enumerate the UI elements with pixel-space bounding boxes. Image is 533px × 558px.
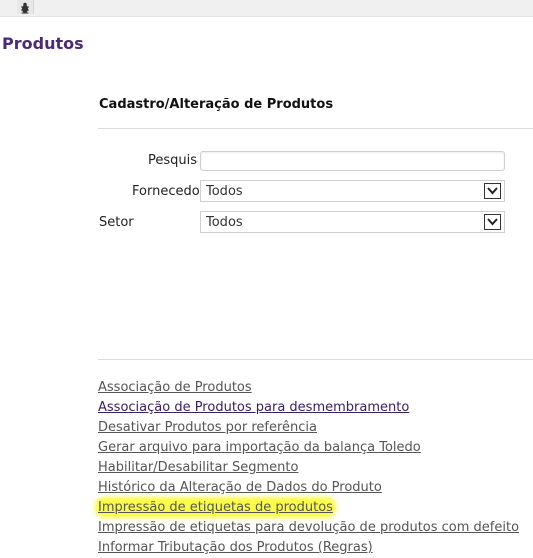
chevron-down-icon[interactable] bbox=[484, 183, 501, 199]
setor-label: Setor bbox=[99, 215, 134, 230]
link-impressao-etiquetas[interactable]: Impressão de etiquetas de produtos bbox=[98, 498, 519, 518]
link-desativar-produtos[interactable]: Desativar Produtos por referência bbox=[98, 418, 519, 438]
top-toolbar bbox=[0, 0, 533, 17]
link-habilitar-segmento[interactable]: Habilitar/Desabilitar Segmento bbox=[98, 458, 519, 478]
pesquisa-label: Pesquisa bbox=[148, 153, 198, 168]
bug-icon[interactable] bbox=[17, 0, 34, 14]
setor-select[interactable]: Todos bbox=[200, 211, 505, 233]
fornecedor-label: Fornecedor bbox=[132, 184, 206, 199]
link-impressao-devolucao[interactable]: Impressão de etiquetas para devolução de… bbox=[98, 518, 519, 538]
divider bbox=[98, 128, 533, 129]
chevron-down-icon[interactable] bbox=[484, 214, 501, 230]
link-historico-alteracao[interactable]: Histórico da Alteração de Dados do Produ… bbox=[98, 478, 519, 498]
fornecedor-selected-value: Todos bbox=[206, 184, 243, 199]
page-title: Produtos bbox=[2, 34, 84, 53]
divider bbox=[98, 359, 533, 360]
fornecedor-select[interactable]: Todos bbox=[200, 180, 505, 202]
link-associacao-desmembramento[interactable]: Associação de Produtos para desmembramen… bbox=[98, 398, 519, 418]
links-list: Associação de Produtos Associação de Pro… bbox=[98, 378, 519, 558]
pesquisa-input[interactable] bbox=[200, 151, 505, 171]
link-associacao-produtos[interactable]: Associação de Produtos bbox=[98, 378, 519, 398]
link-informar-tributacao[interactable]: Informar Tributação dos Produtos (Regras… bbox=[98, 538, 519, 558]
section-title: Cadastro/Alteração de Produtos bbox=[99, 97, 334, 112]
setor-selected-value: Todos bbox=[206, 215, 243, 230]
link-gerar-arquivo-toledo[interactable]: Gerar arquivo para importação da balança… bbox=[98, 438, 519, 458]
link-impressao-etiquetas-label: Impressão de etiquetas de produtos bbox=[98, 500, 333, 515]
